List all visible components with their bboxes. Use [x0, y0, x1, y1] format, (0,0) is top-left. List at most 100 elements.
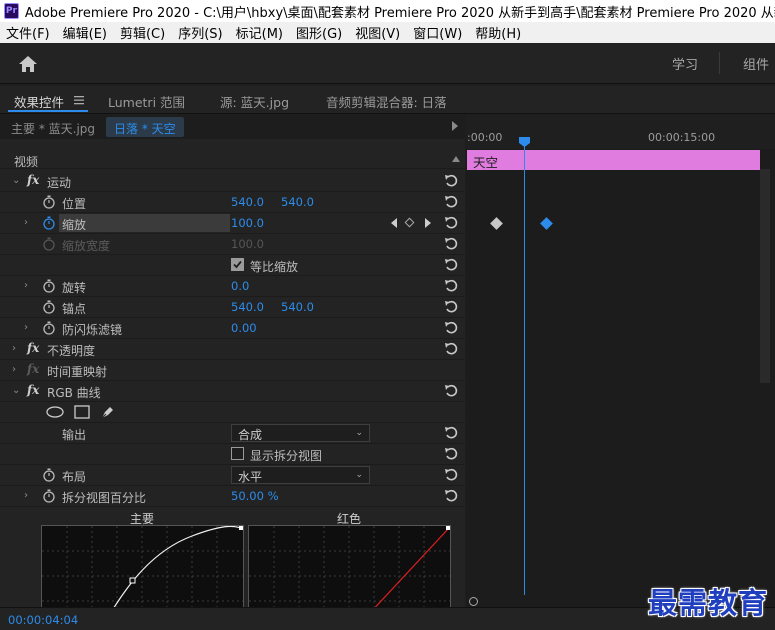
split-percent-value[interactable]: 50.00 % — [231, 489, 279, 503]
stopwatch-icon[interactable] — [42, 321, 56, 335]
add-keyframe-icon[interactable] — [404, 217, 415, 228]
previous-keyframe-icon[interactable] — [391, 218, 397, 228]
menu-file[interactable]: 文件(F) — [0, 23, 57, 42]
layout-dropdown[interactable]: 水平 ⌄ — [231, 466, 370, 484]
opacity-effect-row[interactable]: › fx 不透明度 — [0, 339, 465, 360]
show-split-view-checkbox[interactable] — [231, 447, 244, 460]
stopwatch-active-icon[interactable] — [42, 216, 56, 230]
expand-chevron-icon[interactable]: › — [24, 490, 28, 501]
reset-icon[interactable] — [444, 300, 459, 314]
reset-icon[interactable] — [444, 258, 459, 272]
scroll-up-icon[interactable] — [452, 156, 460, 162]
collapse-chevron-icon[interactable]: ⌄ — [12, 175, 20, 186]
rotation-value[interactable]: 0.0 — [231, 279, 249, 293]
zoom-handle-icon[interactable] — [469, 597, 478, 606]
reset-icon[interactable] — [444, 279, 459, 293]
menu-graphics[interactable]: 图形(G) — [290, 23, 349, 42]
reset-icon[interactable] — [444, 237, 459, 251]
home-icon[interactable] — [18, 55, 38, 73]
position-x-value[interactable]: 540.0 — [231, 195, 264, 209]
split-percent-row: › 拆分视图百分比 50.00 % — [0, 486, 465, 507]
uniform-scale-checkbox[interactable] — [231, 258, 244, 271]
position-label: 位置 — [62, 197, 87, 211]
stopwatch-icon[interactable] — [42, 195, 56, 209]
anchor-y-value[interactable]: 540.0 — [281, 300, 314, 314]
tab-lumetri-scopes[interactable]: Lumetri 范围 — [108, 92, 185, 111]
menu-sequence[interactable]: 序列(S) — [172, 23, 229, 42]
scale-value[interactable]: 100.0 — [231, 216, 264, 230]
menu-help[interactable]: 帮助(H) — [469, 23, 528, 42]
playhead-line[interactable] — [524, 137, 525, 595]
time-ruler[interactable]: :00:00 00:00:15:00 — [466, 115, 775, 149]
tab-source[interactable]: 源: 蓝天.jpg — [220, 92, 289, 111]
time-remap-effect-row[interactable]: › fx 时间重映射 — [0, 360, 465, 381]
position-y-value[interactable]: 540.0 — [281, 195, 314, 209]
master-clip-label[interactable]: 主要 * 蓝天.jpg — [11, 120, 95, 137]
ellipse-mask-icon[interactable] — [46, 406, 64, 421]
workspace-learn-tab[interactable]: 学习 — [672, 54, 698, 73]
rectangle-mask-icon[interactable] — [74, 405, 90, 422]
expand-chevron-icon[interactable]: › — [24, 280, 28, 291]
anchor-x-value[interactable]: 540.0 — [231, 300, 264, 314]
expand-chevron-icon[interactable]: › — [12, 343, 16, 354]
menu-clip[interactable]: 剪辑(C) — [114, 23, 172, 42]
menu-marker[interactable]: 标记(M) — [230, 23, 290, 42]
expand-chevron-icon[interactable]: › — [24, 322, 28, 333]
sequence-clip-label[interactable]: 日落 * 天空 — [106, 117, 184, 137]
stopwatch-icon[interactable] — [42, 489, 56, 503]
collapse-chevron-icon[interactable]: ⌄ — [12, 385, 20, 396]
reset-icon[interactable] — [444, 321, 459, 335]
next-keyframe-icon[interactable] — [425, 218, 431, 228]
layout-row: 布局 水平 ⌄ — [0, 465, 465, 486]
scale-row: › 缩放 100.0 — [0, 213, 465, 234]
workspace-assembly-tab[interactable]: 组件 — [743, 54, 769, 73]
vertical-scrollbar[interactable] — [760, 169, 770, 383]
menu-window[interactable]: 窗口(W) — [407, 23, 469, 42]
motion-effect-row[interactable]: ⌄ fx 运动 — [0, 171, 465, 192]
fx-icon[interactable]: fx — [27, 341, 39, 355]
anchor-label: 锚点 — [62, 302, 87, 316]
tab-audio-clip-mixer[interactable]: 音频剪辑混合器: 日落 — [326, 92, 447, 111]
expand-chevron-icon[interactable]: › — [24, 217, 28, 228]
panel-tabs: 效果控件 Lumetri 范围 源: 蓝天.jpg 音频剪辑混合器: 日落 — [0, 86, 775, 114]
watermark-logo: 最需教育 — [648, 586, 769, 620]
expand-chevron-icon[interactable]: › — [12, 364, 16, 375]
panel-menu-icon[interactable] — [74, 94, 84, 108]
anti-flicker-value[interactable]: 0.00 — [231, 321, 257, 335]
stopwatch-icon[interactable] — [42, 300, 56, 314]
stopwatch-icon[interactable] — [42, 279, 56, 293]
mask-tools-row — [0, 402, 465, 423]
ruler-mid-time: 00:00:15:00 — [648, 131, 716, 144]
reset-icon[interactable] — [444, 489, 459, 503]
fx-icon[interactable]: fx — [27, 383, 39, 397]
menu-edit[interactable]: 编辑(E) — [57, 23, 114, 42]
tab-effect-controls[interactable]: 效果控件 — [14, 92, 64, 111]
reset-icon[interactable] — [444, 468, 459, 482]
current-timecode[interactable]: 00:00:04:04 — [8, 613, 78, 627]
reset-icon[interactable] — [444, 426, 459, 440]
master-curve-graph[interactable] — [41, 525, 244, 607]
clip-header: 主要 * 蓝天.jpg 日落 * 天空 — [0, 115, 465, 139]
show-split-view-label: 显示拆分视图 — [250, 449, 323, 463]
reset-icon[interactable] — [444, 174, 459, 188]
reset-icon[interactable] — [444, 216, 459, 230]
keyframe-marker-selected[interactable] — [540, 217, 553, 230]
timeline-clip[interactable]: 天空 — [467, 150, 760, 170]
video-section-header: 视频 — [0, 151, 465, 169]
rgb-curves-effect-row[interactable]: ⌄ fx RGB 曲线 — [0, 381, 465, 402]
active-tab-indicator — [8, 110, 88, 112]
pen-mask-icon[interactable] — [100, 404, 116, 423]
play-only-icon[interactable] — [452, 121, 458, 131]
output-dropdown[interactable]: 合成 ⌄ — [231, 424, 370, 442]
effect-timeline: :00:00 00:00:15:00 天空 — [466, 115, 775, 607]
stopwatch-icon[interactable] — [42, 468, 56, 482]
fx-icon[interactable]: fx — [27, 173, 39, 187]
reset-icon[interactable] — [444, 195, 459, 209]
reset-icon[interactable] — [444, 342, 459, 356]
keyframe-marker[interactable] — [490, 217, 503, 230]
reset-icon[interactable] — [444, 384, 459, 398]
red-curve-graph[interactable] — [248, 525, 451, 607]
window-title: Adobe Premiere Pro 2020 - C:\用户\hbxy\桌面\… — [24, 5, 775, 21]
reset-icon[interactable] — [444, 447, 459, 461]
menu-view[interactable]: 视图(V) — [349, 23, 407, 42]
